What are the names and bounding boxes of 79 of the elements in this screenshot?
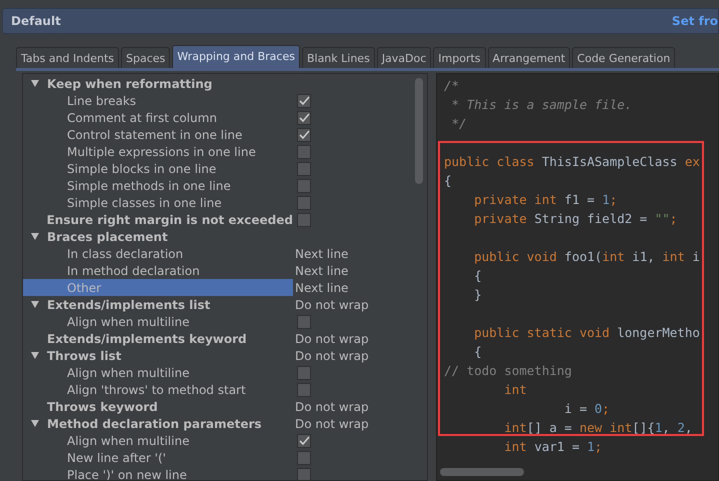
setting-label[interactable]: In class declaration	[23, 245, 293, 262]
setting-label[interactable]: Align 'throws' to method start	[23, 381, 293, 398]
setting-label[interactable]: Throws keyword	[23, 398, 293, 415]
expand-arrow-icon[interactable]	[31, 233, 39, 240]
setting-label[interactable]: Extends/implements keyword	[23, 330, 293, 347]
checkbox[interactable]	[297, 212, 311, 226]
set-from-link[interactable]: Set fro	[672, 14, 718, 28]
code-line: int	[503, 382, 527, 397]
checkbox[interactable]	[297, 468, 311, 480]
setting-label[interactable]: Line breaks	[23, 92, 293, 109]
setting-label[interactable]: Ensure right margin is not exceeded	[23, 211, 293, 228]
scrollbar-thumb[interactable]	[415, 78, 423, 184]
expand-arrow-icon[interactable]	[31, 420, 39, 427]
checkbox[interactable]	[297, 314, 311, 328]
code-line: private String field2 = "";	[473, 211, 678, 226]
checkbox[interactable]	[297, 382, 311, 396]
setting-label[interactable]: New line after '('	[23, 449, 293, 466]
code-line: {	[444, 173, 452, 188]
checkbox[interactable]	[297, 434, 311, 448]
code-line: public static void longerMetho	[473, 325, 700, 340]
settings-tab[interactable]: Blank Lines	[302, 47, 375, 68]
checkbox[interactable]	[297, 450, 311, 464]
settings-tab[interactable]: Spaces	[121, 47, 170, 68]
code-line: public class ThisIsASampleClass ex	[444, 154, 700, 169]
setting-label[interactable]: Multiple expressions in one line	[23, 143, 293, 160]
expand-arrow-icon[interactable]	[31, 80, 39, 87]
checkbox[interactable]	[297, 128, 311, 142]
code-line: {	[473, 344, 482, 359]
setting-label[interactable]: Throws list	[23, 347, 293, 364]
code-line: i = 0;	[563, 401, 610, 416]
setting-value[interactable]: Do not wrap	[293, 400, 369, 414]
setting-label[interactable]: Simple classes in one line	[23, 194, 293, 211]
setting-value[interactable]: Do not wrap	[293, 332, 369, 346]
settings-tab[interactable]: Wrapping and Braces	[172, 45, 300, 68]
setting-label[interactable]: Control statement in one line	[23, 126, 293, 143]
setting-label[interactable]: Align when multiline	[23, 313, 293, 330]
setting-value[interactable]: Next line	[293, 280, 348, 294]
setting-label[interactable]: Simple methods in one line	[23, 177, 293, 194]
scheme-title: Default	[11, 14, 61, 28]
scrollbar-thumb[interactable]	[440, 468, 524, 476]
checkbox[interactable]	[297, 144, 311, 158]
code-line: */	[450, 116, 467, 131]
checkbox[interactable]	[297, 94, 311, 108]
setting-value[interactable]: Do not wrap	[293, 348, 369, 362]
checkbox[interactable]	[297, 178, 311, 192]
settings-tab[interactable]: JavaDoc	[376, 47, 432, 68]
setting-label[interactable]: Align when multiline	[23, 364, 293, 381]
setting-label[interactable]: Align when multiline	[23, 432, 293, 449]
setting-label[interactable]: In method declaration	[23, 262, 293, 279]
setting-value[interactable]: Do not wrap	[293, 416, 369, 430]
setting-label[interactable]: Place ')' on new line	[23, 466, 293, 480]
setting-label[interactable]: Braces placement	[23, 228, 293, 245]
expand-arrow-icon[interactable]	[31, 301, 39, 308]
code-line: int[] a = new int[]{1, 2,	[503, 420, 692, 435]
code-line: // todo something	[444, 363, 572, 378]
code-line: int var1 = 1;	[503, 439, 602, 454]
code-line: private int f1 = 1;	[473, 192, 618, 207]
code-line: }	[473, 287, 482, 302]
checkbox[interactable]	[297, 366, 311, 380]
checkbox[interactable]	[297, 110, 311, 124]
code-line: public void foo1(int i1, int i	[473, 249, 700, 264]
setting-label[interactable]: Comment at first column	[23, 109, 293, 126]
code-line: * This is a sample file.	[450, 97, 632, 112]
setting-label[interactable]: Keep when reformatting	[23, 75, 293, 92]
settings-tab[interactable]: Tabs and Indents	[16, 47, 120, 68]
setting-value[interactable]: Do not wrap	[293, 298, 369, 312]
expand-arrow-icon[interactable]	[31, 352, 39, 359]
setting-label[interactable]: Extends/implements list	[23, 296, 293, 313]
setting-value[interactable]: Next line	[293, 264, 348, 278]
setting-label[interactable]: Method declaration parameters	[23, 415, 293, 432]
setting-label[interactable]: Simple blocks in one line	[23, 160, 293, 177]
code-line: /*	[444, 78, 460, 93]
settings-tab[interactable]: Arrangement	[488, 47, 570, 68]
settings-tab[interactable]: Code Generation	[572, 47, 676, 68]
checkbox[interactable]	[297, 162, 311, 176]
code-line: {	[473, 268, 482, 283]
checkbox[interactable]	[297, 196, 311, 210]
settings-tab[interactable]: Imports	[433, 47, 486, 68]
setting-value[interactable]: Next line	[293, 246, 348, 260]
